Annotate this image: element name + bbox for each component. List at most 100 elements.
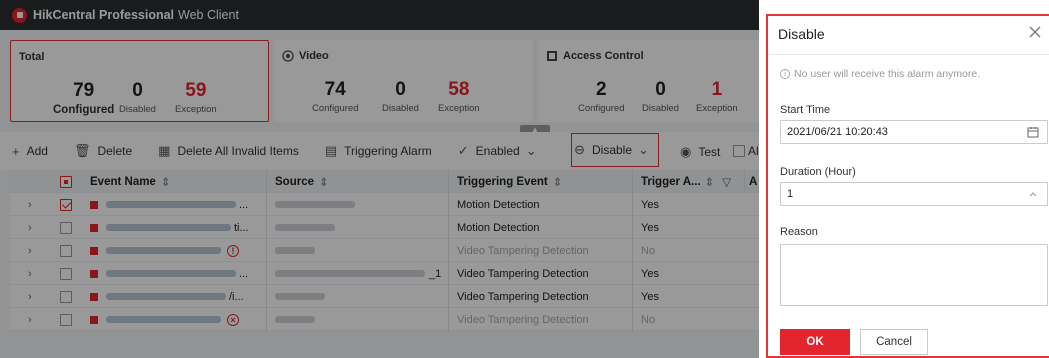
table-row[interactable]: › ti... Motion Detection Yes	[10, 216, 759, 239]
close-icon[interactable]	[1027, 24, 1043, 40]
expand-chevron-icon[interactable]: ›	[28, 239, 42, 262]
sort-icon: ⇕	[704, 176, 715, 189]
expand-chevron-icon[interactable]: ›	[28, 262, 42, 285]
table-row[interactable]: › ! Video Tampering Detection No	[10, 239, 759, 262]
table-row[interactable]: › × Video Tampering Detection No	[10, 308, 759, 331]
card-title: Total	[19, 51, 45, 63]
delete-label: Delete	[97, 144, 133, 158]
exception-count: 58	[448, 79, 470, 100]
enabled-dropdown[interactable]: ✓ Enabled ⌄	[458, 143, 544, 159]
expand-chevron-icon[interactable]: ›	[28, 193, 42, 216]
expand-chevron-icon[interactable]: ›	[28, 216, 42, 239]
row-checkbox[interactable]	[60, 193, 74, 216]
ok-button[interactable]: OK	[780, 329, 850, 355]
header-triggering-event[interactable]: Triggering Event ⇕	[448, 170, 628, 193]
redacted-text	[275, 201, 355, 208]
row-checkbox[interactable]	[60, 285, 74, 308]
redacted-text	[106, 201, 236, 208]
start-time-field[interactable]: 2021/06/21 10:20:43	[780, 120, 1048, 144]
triggering-event-cell: Motion Detection	[448, 216, 628, 239]
stat-exception: 59 Exception	[175, 80, 217, 116]
header-source[interactable]: Source ⇕	[266, 170, 446, 193]
trigger-alarm-cell: No	[632, 308, 742, 331]
event-name-cell[interactable]: ti...	[90, 216, 260, 239]
summary-card-access-control[interactable]: Access Control 2 Configured 0 Disabled 1…	[538, 40, 759, 122]
alarm-priority-icon	[90, 223, 98, 232]
exception-error-icon[interactable]: ×	[227, 313, 239, 326]
reason-textarea[interactable]	[780, 244, 1048, 306]
alarm-summary: Total 79 Configured 0 Disabled 59 Except…	[0, 36, 759, 124]
event-name-cell[interactable]: ×	[90, 308, 260, 331]
configured-label: Configured	[53, 104, 115, 116]
duration-field[interactable]: 1	[780, 182, 1048, 206]
exception-warning-icon[interactable]: !	[227, 244, 239, 257]
hint-text: No user will receive this alarm anymore.	[794, 68, 981, 80]
chevron-up-icon[interactable]	[1027, 188, 1039, 200]
top-bar: HikCentral Professional Web Client	[0, 0, 759, 30]
select-all-checkbox[interactable]: Al	[733, 144, 759, 158]
event-name-cell[interactable]: ...	[90, 262, 260, 285]
configured-label: Configured	[578, 103, 625, 114]
add-button[interactable]: + Add	[12, 144, 48, 159]
trigger-alarm-cell: Yes	[632, 216, 742, 239]
header-select-checkbox[interactable]	[60, 170, 74, 193]
access-control-icon	[547, 51, 557, 61]
expand-chevron-icon[interactable]: ›	[28, 308, 42, 331]
header-label: Triggering Event	[457, 175, 548, 188]
header-label: A	[749, 175, 758, 188]
disable-panel: Disable i No user will receive this alar…	[766, 14, 1049, 358]
checkbox	[60, 290, 72, 303]
triggering-event-cell: Video Tampering Detection	[448, 308, 628, 331]
start-time-value: 2021/06/21 10:20:43	[787, 126, 888, 138]
disable-dropdown[interactable]: ⊖ Disable ⌄	[571, 133, 659, 167]
event-name-cell[interactable]: !	[90, 239, 260, 262]
redacted-text	[106, 270, 236, 277]
header-label: Event Name	[90, 175, 156, 188]
header-more[interactable]: A	[744, 170, 759, 193]
triggering-alarm-label: Triggering Alarm	[344, 144, 432, 158]
row-checkbox[interactable]	[60, 262, 74, 285]
exception-count: 59	[185, 80, 207, 101]
header-label: Trigger A...	[641, 175, 701, 188]
triggering-event-cell: Video Tampering Detection	[448, 239, 628, 262]
header-trigger-alarm[interactable]: Trigger A... ⇕ ▽	[632, 170, 742, 193]
checkbox	[60, 267, 72, 280]
name-tail: ...	[239, 267, 249, 280]
configured-count: 2	[595, 79, 607, 100]
delete-invalid-button[interactable]: ▦ Delete All Invalid Items	[158, 143, 299, 159]
sort-icon: ⇕	[160, 176, 171, 189]
brand-suffix: Web Client	[178, 8, 239, 22]
exception-label: Exception	[438, 103, 480, 114]
triggering-alarm-button[interactable]: ▤ Triggering Alarm	[325, 143, 432, 159]
duration-label: Duration (Hour)	[780, 166, 856, 178]
trigger-alarm-cell: Yes	[632, 285, 742, 308]
event-name-cell[interactable]: ...	[90, 193, 260, 216]
table-row[interactable]: › ... Motion Detection Yes	[10, 193, 759, 216]
disabled-label: Disabled	[642, 103, 679, 114]
calendar-icon[interactable]	[1027, 126, 1039, 138]
table-row[interactable]: › /i... Video Tampering Detection Yes	[10, 285, 759, 308]
all-label: Al	[748, 144, 759, 158]
header-event-name[interactable]: Event Name ⇕	[90, 170, 260, 193]
expand-chevron-icon[interactable]: ›	[28, 285, 42, 308]
summary-card-video[interactable]: Video 74 Configured 0 Disabled 58 Except…	[274, 40, 533, 122]
header-label: Source	[275, 175, 314, 188]
checkbox	[733, 145, 745, 157]
disabled-count: 0	[655, 79, 666, 100]
summary-card-total[interactable]: Total 79 Configured 0 Disabled 59 Except…	[10, 40, 269, 122]
source-cell	[266, 216, 446, 239]
row-checkbox[interactable]	[60, 216, 74, 239]
stat-exception: 1 Exception	[696, 80, 738, 115]
delete-button[interactable]: 🗑 Delete	[74, 143, 132, 159]
name-tail: /i...	[229, 290, 244, 303]
card-title-text: Access Control	[563, 50, 644, 62]
cancel-button[interactable]: Cancel	[860, 329, 928, 355]
name-tail: ...	[239, 198, 249, 211]
filter-icon[interactable]: ▽	[722, 175, 731, 189]
table-row[interactable]: › ... _1 Video Tampering Detection Yes	[10, 262, 759, 285]
row-checkbox[interactable]	[60, 239, 74, 262]
event-name-cell[interactable]: /i...	[90, 285, 260, 308]
test-button[interactable]: ◉ Test	[680, 144, 720, 160]
row-checkbox[interactable]	[60, 308, 74, 331]
alarm-priority-icon	[90, 269, 98, 278]
